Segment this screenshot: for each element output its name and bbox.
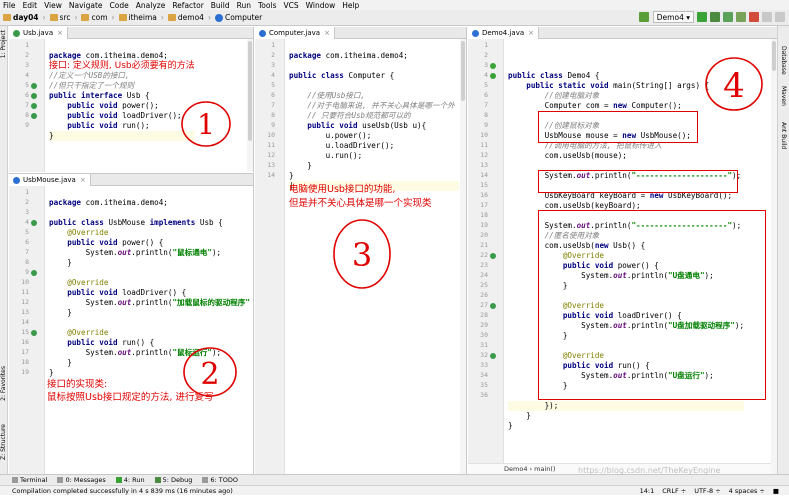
tool-terminal[interactable]: Terminal — [12, 476, 47, 484]
annotation-overlay: 1 2 3 4 — [181, 57, 763, 397]
circled-number-2: 2 — [183, 347, 237, 397]
svg-text:1: 1 — [197, 108, 215, 141]
svg-text:2: 2 — [200, 357, 219, 392]
bottom-tool-bar: Terminal 0: Messages 4: Run 5: Debug 6: … — [0, 474, 789, 485]
caret-position[interactable]: 14:1 — [640, 487, 655, 495]
tool-run[interactable]: 4: Run — [115, 476, 145, 484]
watermark: https://blog.csdn.net/TheKeyEngine — [578, 466, 721, 475]
indent-setting[interactable]: 4 spaces ÷ — [729, 487, 765, 495]
svg-text:4: 4 — [723, 66, 745, 106]
circled-number-4: 4 — [705, 57, 763, 111]
messages-icon — [57, 477, 64, 483]
lock-icon[interactable]: ■ — [773, 487, 779, 495]
terminal-icon — [12, 477, 18, 483]
line-separator[interactable]: CRLF ÷ — [662, 487, 686, 495]
circled-number-1: 1 — [181, 101, 231, 147]
status-bar: Compilation completed successfully in 4 … — [0, 485, 789, 495]
todo-icon — [202, 477, 209, 483]
tool-messages[interactable]: 0: Messages — [57, 476, 106, 484]
tool-debug[interactable]: 5: Debug — [154, 476, 192, 484]
circled-number-3: 3 — [333, 219, 391, 289]
svg-text:3: 3 — [352, 236, 372, 274]
debug-icon — [154, 477, 161, 483]
file-encoding[interactable]: UTF-8 ÷ — [694, 487, 720, 495]
status-message[interactable]: Compilation completed successfully in 4 … — [12, 487, 233, 495]
tool-todo[interactable]: 6: TODO — [202, 476, 238, 484]
run-icon — [115, 477, 122, 483]
